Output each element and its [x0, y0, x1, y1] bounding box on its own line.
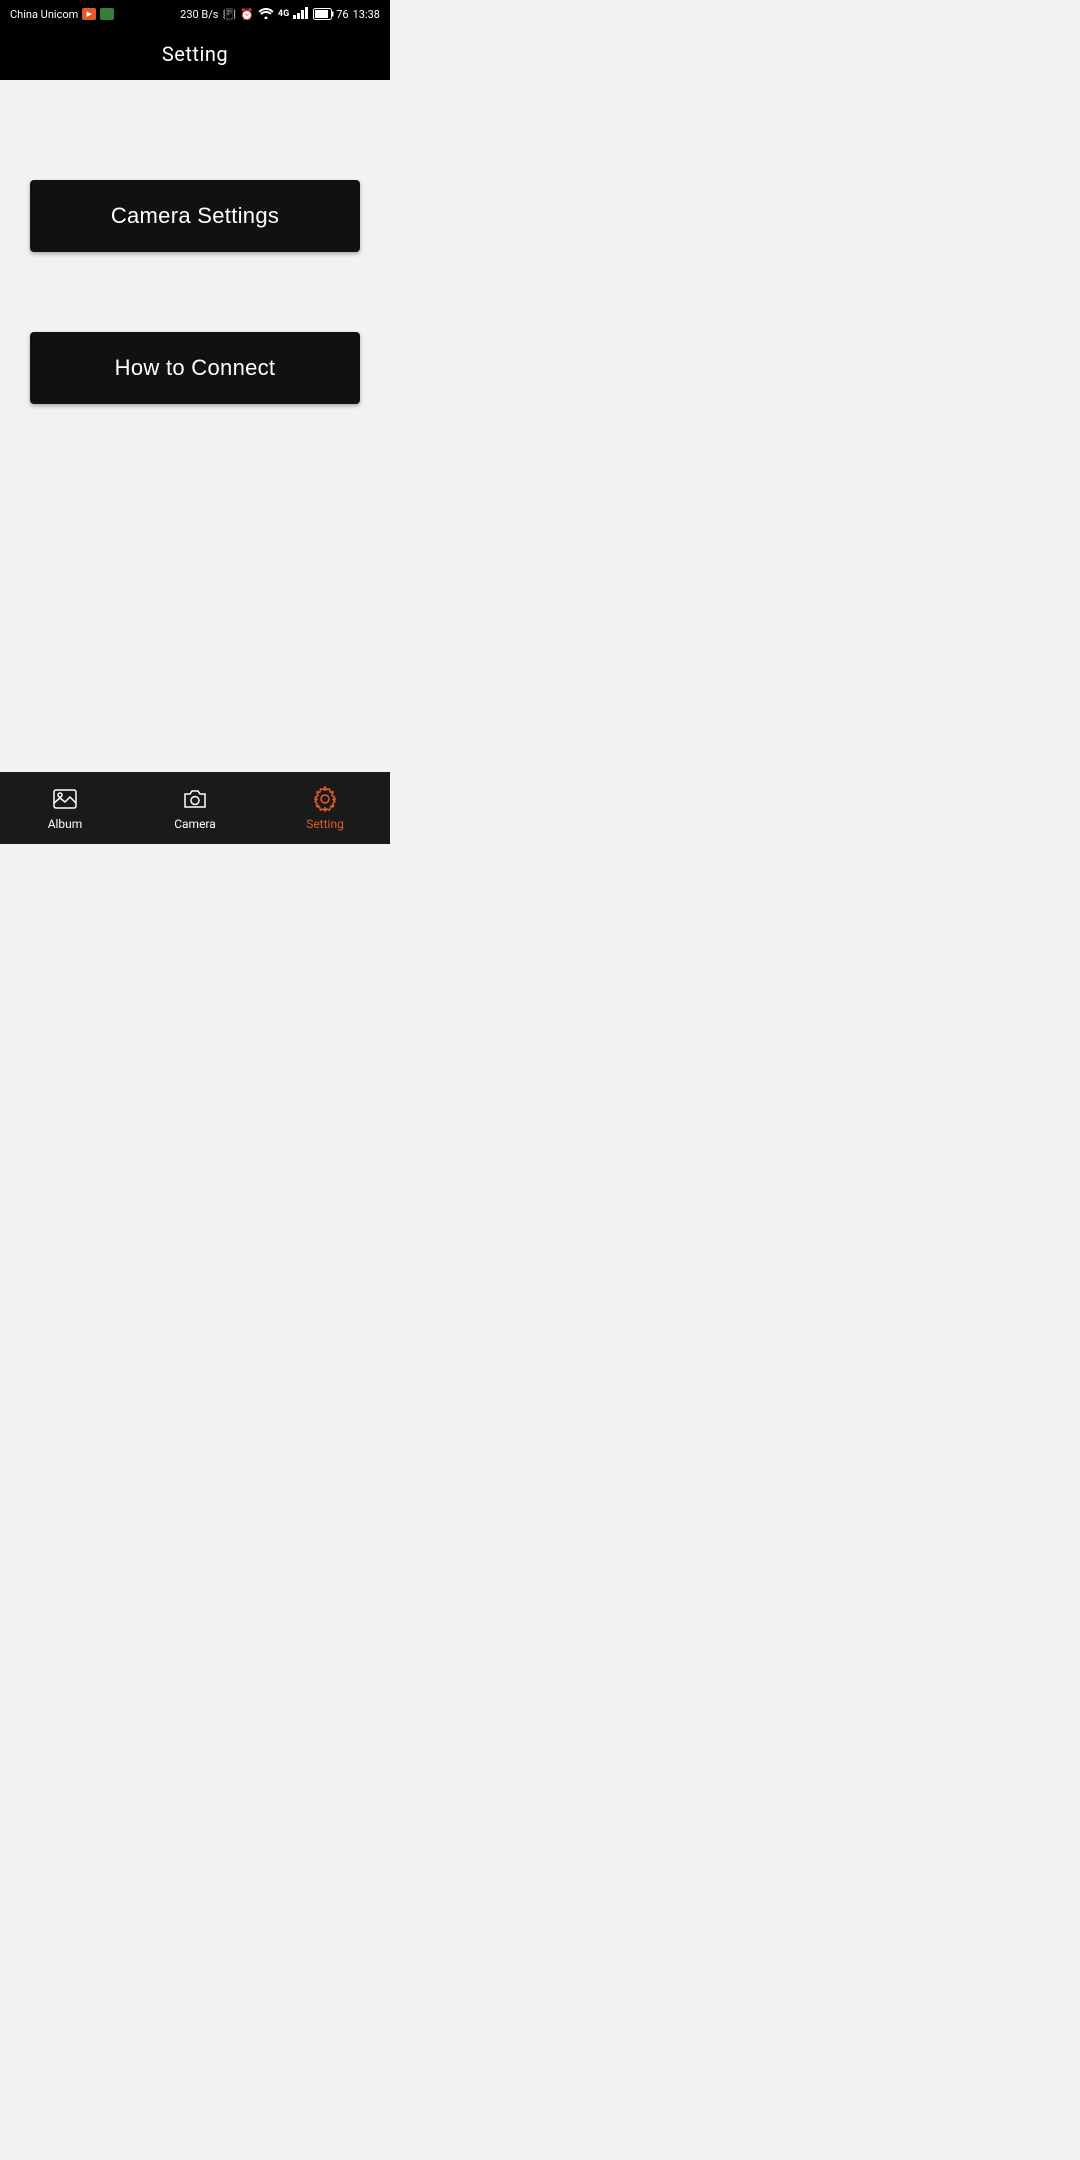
carrier-icon1: ▶: [82, 8, 96, 20]
page-title: Setting: [162, 42, 228, 66]
battery-icon: 76: [313, 8, 348, 21]
album-icon: [51, 785, 79, 813]
signal-4g-icon: 4G: [278, 9, 289, 19]
network-speed: 230 B/s: [180, 8, 218, 21]
signal-bars-icon: [293, 7, 309, 22]
nav-item-album[interactable]: Album: [0, 777, 130, 839]
time-display: 13:38: [353, 8, 380, 21]
status-bar: China Unicom ▶ 230 B/s 📳 ⏰ 4G: [0, 0, 390, 28]
setting-icon: [311, 785, 339, 813]
alarm-icon: ⏰: [240, 8, 254, 21]
how-to-connect-button[interactable]: How to Connect: [30, 332, 360, 404]
status-right: 230 B/s 📳 ⏰ 4G 76: [180, 7, 380, 22]
nav-label-album: Album: [48, 817, 83, 831]
nav-item-setting[interactable]: Setting: [260, 777, 390, 839]
nav-label-setting: Setting: [306, 817, 344, 831]
status-left: China Unicom ▶: [10, 8, 114, 21]
carrier-name: China Unicom: [10, 8, 78, 21]
main-content: Camera Settings How to Connect: [0, 80, 390, 772]
camera-settings-button[interactable]: Camera Settings: [30, 180, 360, 252]
header: Setting: [0, 28, 390, 80]
battery-percent: 76: [336, 8, 348, 21]
bottom-nav: Album Camera Setting: [0, 772, 390, 844]
nav-label-camera: Camera: [174, 817, 216, 831]
vibrate-icon: 📳: [223, 8, 237, 21]
wifi-icon: [258, 7, 274, 22]
camera-icon: [181, 785, 209, 813]
nav-item-camera[interactable]: Camera: [130, 777, 260, 839]
carrier-icon2: [100, 8, 114, 20]
